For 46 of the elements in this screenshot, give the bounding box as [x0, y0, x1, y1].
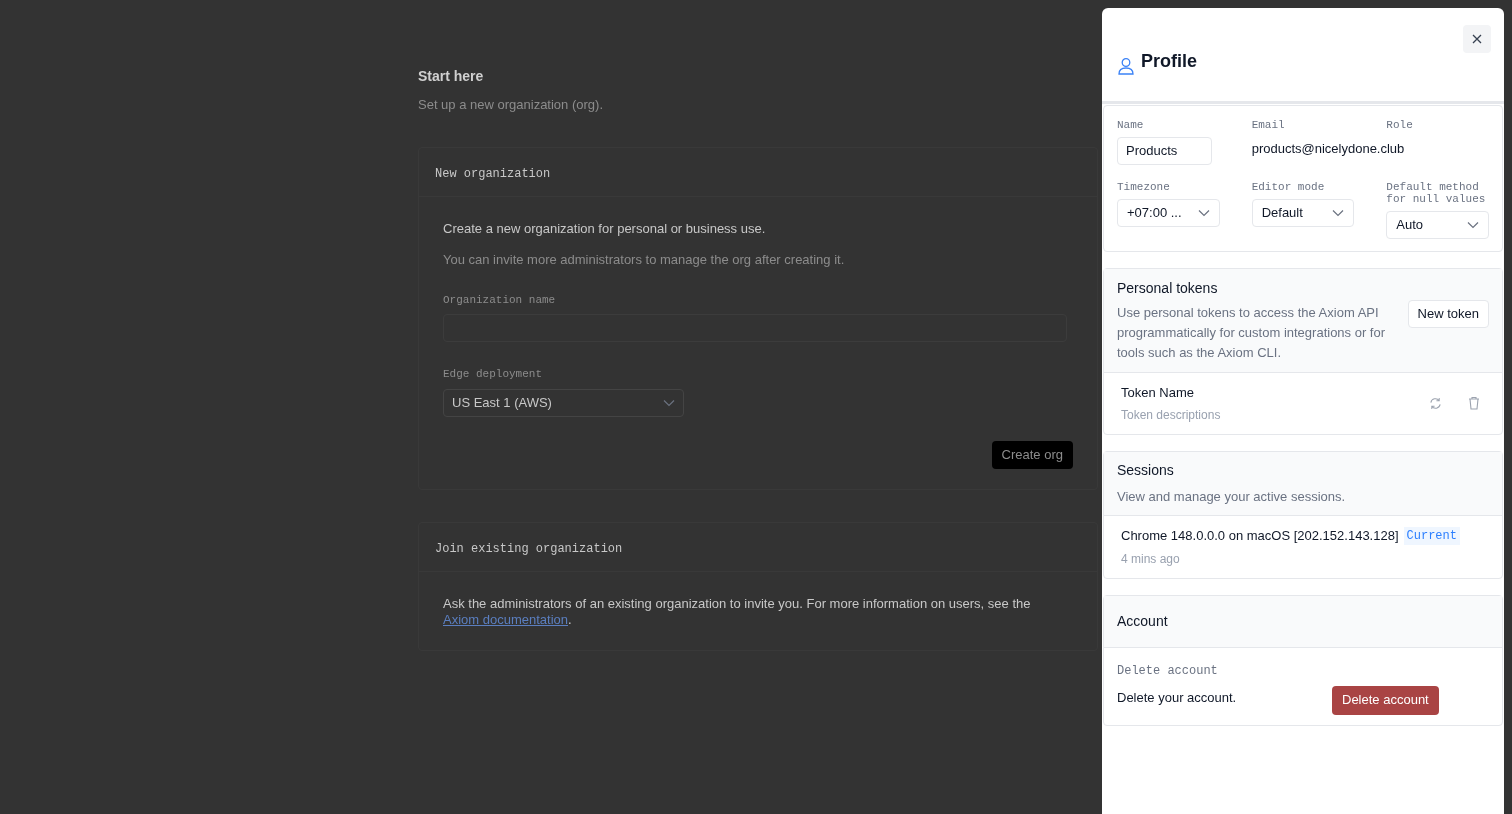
create-org-button[interactable]: Create org	[991, 440, 1073, 469]
card-heading: New organization	[435, 166, 551, 181]
field-label: Name	[1117, 119, 1145, 131]
section-description: View and manage your active sessions.	[1117, 487, 1347, 506]
field-label: Role	[1386, 119, 1414, 131]
section-title: Sessions	[1117, 460, 1175, 480]
user-icon	[1117, 57, 1135, 75]
chevron-down-icon	[663, 398, 675, 407]
card-text: Ask the administrators of an existing organization to invite you. For more information on users, see the Axiom documentation.	[443, 595, 1032, 628]
page-subtitle: Set up a new organization (org).	[418, 96, 604, 114]
panel-title: Profile	[1141, 50, 1197, 73]
field-label: Email	[1251, 119, 1286, 131]
field-label: Organization name	[443, 292, 557, 308]
trash-icon[interactable]	[1468, 396, 1480, 411]
token-name: Token Name	[1121, 384, 1195, 402]
field-label: Edge deployment	[443, 367, 544, 382]
field-value: products@nicelydone.club	[1251, 140, 1405, 158]
delete-account-button[interactable]: Delete account	[1332, 685, 1439, 715]
field-label: Delete account	[1117, 662, 1219, 680]
field-label: Timezone	[1117, 181, 1171, 193]
session-time: 4 mins ago	[1121, 550, 1181, 568]
card-heading: Join existing organization	[435, 541, 623, 556]
page-title: Start here	[418, 67, 485, 86]
section-title: Account	[1117, 611, 1168, 631]
token-description: Token descriptions	[1121, 406, 1222, 424]
select-field[interactable]: +07:00 ...	[1117, 199, 1220, 227]
deployment-select[interactable]: US East 1 (AWS)	[443, 388, 684, 417]
field-label: Editor mode	[1251, 181, 1326, 193]
card-lead: Create a new organization for personal or business use.	[443, 219, 767, 238]
close-icon	[1472, 34, 1482, 44]
name-field[interactable]: Products	[1117, 137, 1212, 165]
field-label: Default method for null values	[1386, 181, 1487, 205]
chevron-down-icon	[1467, 221, 1479, 229]
current-badge: Current	[1403, 526, 1460, 545]
select-field[interactable]: Default	[1251, 199, 1355, 227]
card-hint: You can invite more administrators to manage the org after creating it.	[443, 251, 846, 269]
chevron-down-icon	[1197, 209, 1210, 217]
chevron-down-icon	[1332, 209, 1345, 217]
refresh-icon[interactable]	[1429, 396, 1442, 410]
account-text: Delete your account.	[1117, 688, 1238, 707]
new-token-button[interactable]: New token	[1407, 299, 1489, 328]
section-title: Personal tokens	[1117, 279, 1219, 298]
close-button[interactable]	[1463, 25, 1491, 53]
select-field[interactable]: Auto	[1386, 211, 1489, 239]
section-description: Use personal tokens to access the Axiom API programmatically for custom integrations or for tools such as the Axiom CLI.	[1117, 304, 1387, 362]
session-name: Chrome 148.0.0.0 on macOS [202.152.143.128]	[1121, 527, 1399, 545]
